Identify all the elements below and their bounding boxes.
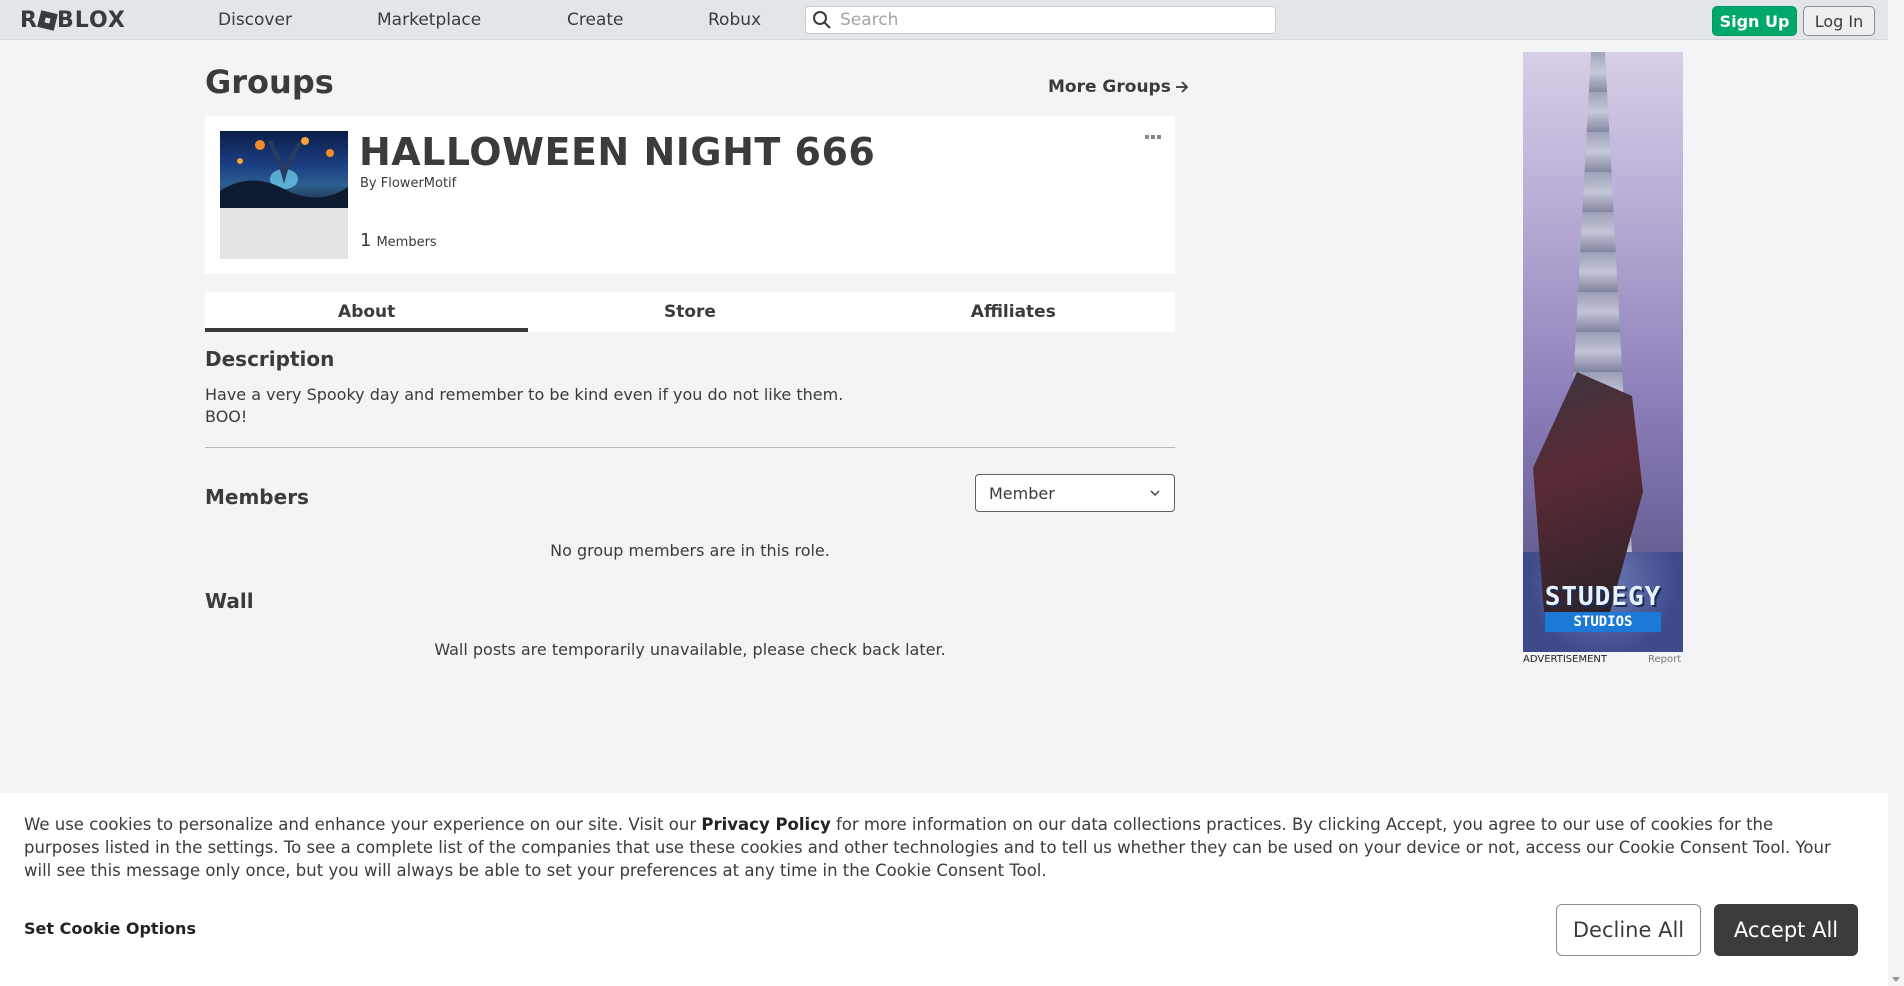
ad-report-link[interactable]: Report: [1648, 654, 1681, 665]
description-text: Have a very Spooky day and remember to b…: [205, 385, 844, 426]
search-input[interactable]: [840, 10, 1260, 30]
nav-discover[interactable]: Discover: [218, 10, 292, 30]
sign-up-button[interactable]: Sign Up: [1712, 6, 1797, 36]
cookie-banner: We use cookies to personalize and enhanc…: [0, 793, 1888, 986]
group-emblem-image: [220, 131, 348, 208]
section-divider: [205, 447, 1175, 448]
tab-store[interactable]: Store: [528, 292, 851, 332]
more-groups-label: More Groups: [1048, 77, 1171, 97]
set-cookie-options-link[interactable]: Set Cookie Options: [24, 919, 196, 938]
log-in-button[interactable]: Log In: [1803, 6, 1875, 36]
logo-text: R: [20, 7, 38, 33]
page-title: Groups: [205, 63, 334, 101]
ad-label: ADVERTISEMENT: [1523, 654, 1608, 665]
roblox-logo[interactable]: R BLOX: [20, 7, 126, 33]
advertisement-banner[interactable]: STUDEGY STUDIOS: [1523, 52, 1683, 652]
decline-all-button[interactable]: Decline All: [1556, 904, 1701, 956]
scroll-down-arrow-icon[interactable]: [1892, 977, 1900, 982]
nav-create[interactable]: Create: [567, 10, 624, 30]
wall-heading: Wall: [205, 589, 254, 613]
group-tabs: About Store Affiliates: [205, 292, 1175, 332]
cookie-message: We use cookies to personalize and enhanc…: [24, 813, 1844, 882]
logo-o-icon: [37, 9, 58, 31]
nav-robux[interactable]: Robux: [708, 10, 761, 30]
scrollbar[interactable]: [1888, 0, 1904, 986]
logo-text-rest: BLOX: [56, 7, 126, 33]
more-groups-link[interactable]: More Groups: [1048, 77, 1189, 97]
search-box[interactable]: [805, 6, 1276, 34]
accept-all-button[interactable]: Accept All: [1714, 904, 1858, 956]
group-owner: By FlowerMotif: [360, 176, 456, 191]
privacy-policy-link[interactable]: Privacy Policy: [701, 815, 830, 834]
top-nav: R BLOX Discover Marketplace Create Robux …: [0, 0, 1904, 40]
nav-marketplace[interactable]: Marketplace: [377, 10, 481, 30]
group-emblem: [220, 131, 348, 259]
owner-link[interactable]: FlowerMotif: [381, 176, 456, 191]
ad-brand-line1: STUDEGY: [1544, 582, 1662, 612]
chevron-down-icon: [1150, 490, 1160, 496]
by-label: By: [360, 176, 377, 191]
member-count: 1 Members: [360, 230, 437, 251]
cookie-text-before: We use cookies to personalize and enhanc…: [24, 815, 702, 834]
members-empty-message: No group members are in this role.: [550, 541, 830, 560]
tab-about[interactable]: About: [205, 292, 529, 332]
wall-unavailable-message: Wall posts are temporarily unavailable, …: [434, 640, 946, 659]
group-header-card: HALLOWEEN NIGHT 666 By FlowerMotif 1 Mem…: [205, 116, 1175, 274]
ad-brand-line2: STUDIOS: [1545, 612, 1661, 632]
member-count-number: 1: [360, 230, 372, 251]
tab-affiliates[interactable]: Affiliates: [852, 292, 1175, 332]
members-heading: Members: [205, 485, 309, 509]
more-options-icon[interactable]: [1145, 132, 1165, 142]
arrow-right-icon: [1175, 81, 1189, 93]
role-dropdown[interactable]: Member: [975, 474, 1175, 512]
role-dropdown-value: Member: [989, 483, 1055, 503]
description-heading: Description: [205, 347, 335, 371]
member-count-label: Members: [376, 235, 437, 250]
search-icon: [813, 11, 831, 29]
group-name: HALLOWEEN NIGHT 666: [359, 130, 876, 174]
